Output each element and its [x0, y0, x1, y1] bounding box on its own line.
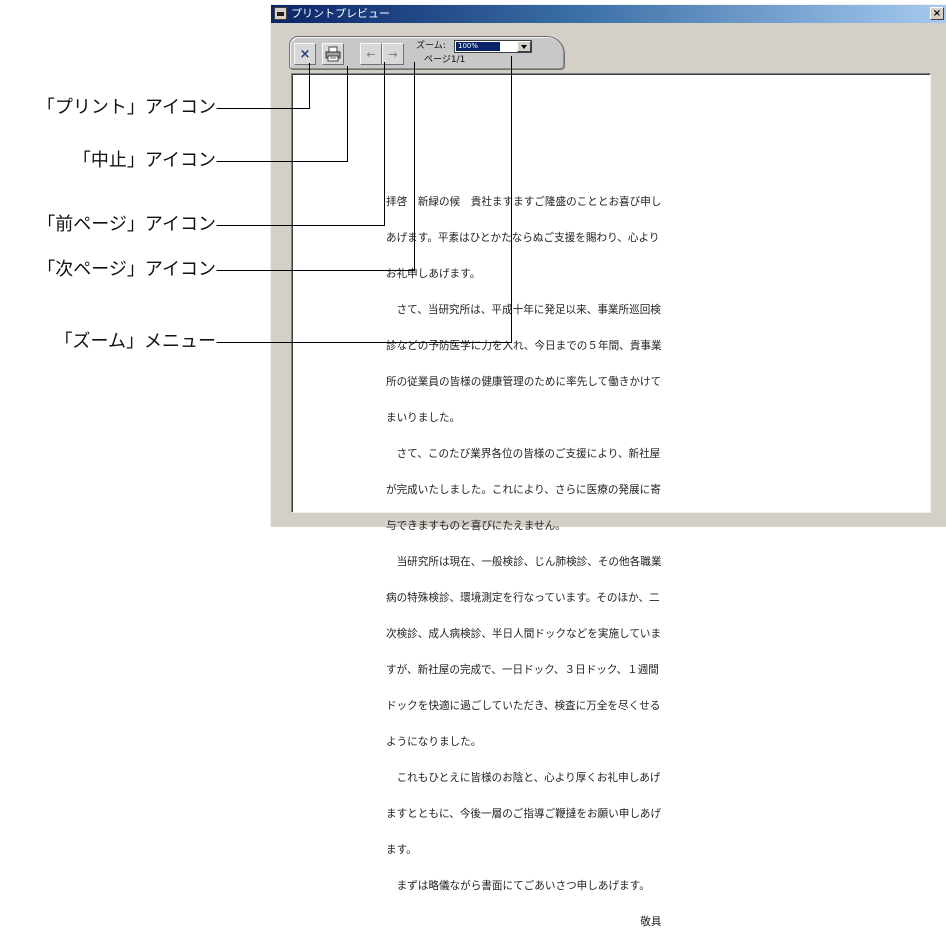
document-line: まずは略儀ながら書面にてごあいさつ申しあげます。	[386, 880, 650, 892]
document-line: 病の特殊検診、環境測定を行なっています。そのほか、二	[386, 592, 660, 604]
callout-line-prev	[216, 62, 385, 226]
document-line: ます。	[386, 844, 417, 856]
document-line: ようになりました。	[386, 736, 482, 748]
document-line: すが、新社屋の完成で、一日ドック、３日ドック、１週間	[386, 664, 659, 676]
document-line: 当研究所は現在、一般検診、じん肺検診、その他各職業	[386, 556, 662, 568]
callout-line-stop	[216, 66, 348, 162]
callout-lines	[216, 56, 512, 343]
document-line: ドックを快適に過ごしていただき、検査に万全を尽くせる	[386, 700, 661, 712]
callout-line-print	[216, 63, 310, 109]
document-line: 次検診、成人病検診、半日人間ドックなどを実施していま	[386, 628, 662, 640]
document-line: ますとともに、今後一層のご指導ご鞭撻をお願い申しあげ	[386, 808, 662, 820]
callout-line-zoom	[216, 56, 512, 343]
document-line: これもひとえに皆様のお陰と、心より厚くお礼申しあげ	[386, 772, 661, 784]
document-line: 敬具	[386, 916, 662, 928]
